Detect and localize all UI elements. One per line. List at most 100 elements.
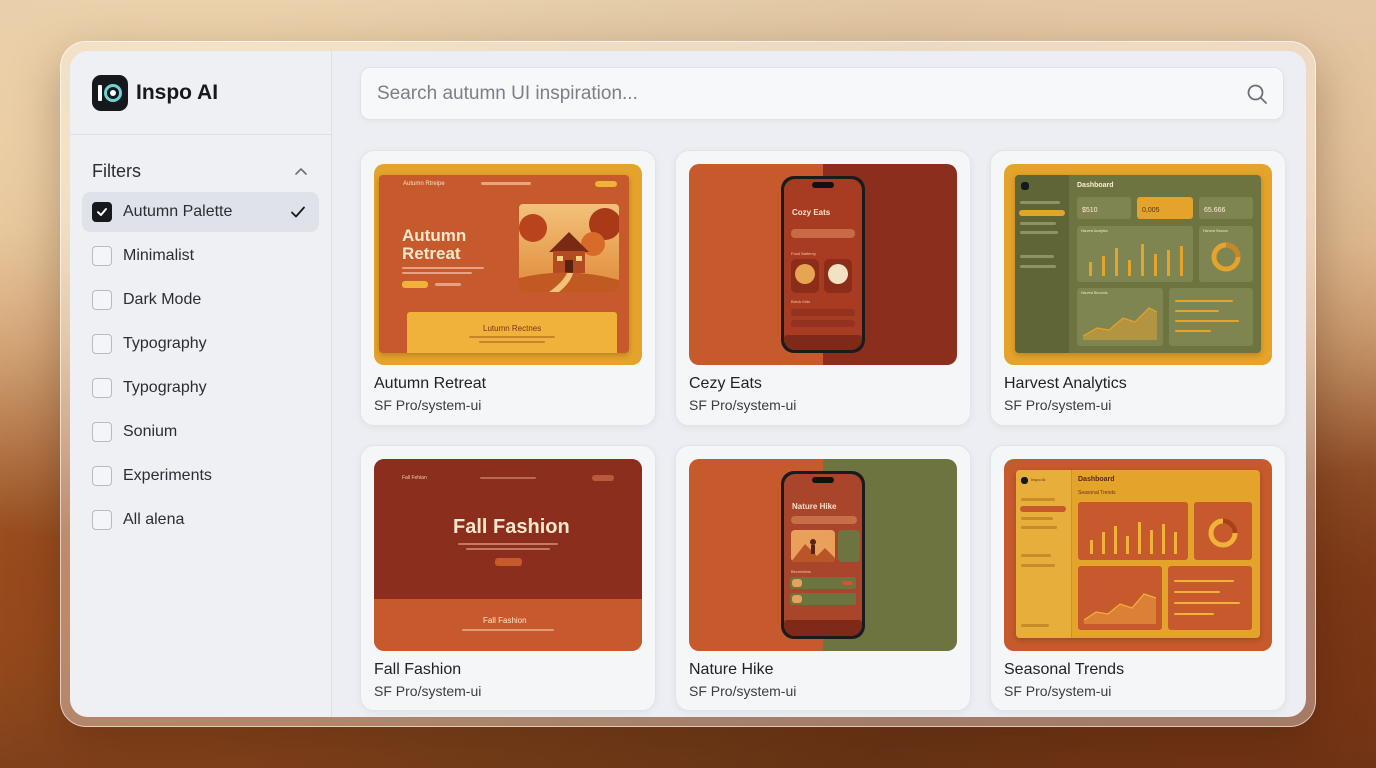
preview-list-row [790, 577, 856, 589]
card-title: Cezy Eats [689, 375, 762, 392]
filter-label: Typography [123, 379, 207, 396]
card-title: Seasonal Trends [1004, 661, 1125, 678]
filter-label: Autumn Palette [123, 203, 233, 220]
preview-headline-1: Autumn [402, 226, 467, 245]
preview-section: Becnmbhis [791, 569, 811, 574]
filter-item-all-alena[interactable]: All alena [82, 500, 319, 540]
preview-notch [812, 477, 834, 483]
preview-sidebar: Inspo AI [1016, 470, 1072, 638]
preview-stat-card: 65.666 [1199, 197, 1253, 219]
card-title: Fall Fashion [374, 661, 462, 678]
preview-secondary-button [435, 283, 461, 286]
preview-progress-list [1169, 288, 1253, 346]
card-subtitle: SF Pro/system-ui [374, 397, 482, 413]
preview-nav-item [1020, 265, 1056, 268]
card-preview: Cozy Eats Food Balterny Breck Kids [689, 164, 957, 365]
filter-list: Autumn Palette Minimalist Dark Mode Typo… [70, 189, 331, 540]
preview-text-line [469, 336, 555, 338]
preview-nav [481, 182, 531, 185]
inspiration-card[interactable]: Nature Hike Becnmbhis Nature Hike SF Pro… [675, 445, 971, 711]
preview-footer-title: Lutumn Rectnes [483, 324, 542, 333]
preview-text-line [466, 548, 550, 550]
preview-text-line [402, 272, 472, 274]
app-name: Inspo AI [136, 80, 219, 104]
preview-list-row [791, 309, 855, 316]
preview-stat-card: 0,005 [1137, 197, 1193, 219]
filter-item-typography-2[interactable]: Typography [82, 368, 319, 408]
filters-header[interactable]: Filters [70, 135, 331, 189]
card-subtitle: SF Pro/system-ui [689, 683, 797, 699]
checkmark-icon [291, 206, 305, 218]
filter-item-typography[interactable]: Typography [82, 324, 319, 364]
preview-search [791, 229, 855, 238]
preview-hike-illustration [791, 530, 835, 562]
checkbox[interactable] [92, 378, 112, 398]
preview-progress [1175, 300, 1233, 302]
preview-donut-chart: Harvest Season [1199, 226, 1253, 282]
card-subtitle: SF Pro/system-ui [689, 397, 797, 413]
main-content: Autumn Rtreipe Autumn Retreat [332, 51, 1306, 717]
preview-text-line [462, 629, 554, 631]
preview-logo [1021, 182, 1029, 190]
filter-item-dark-mode[interactable]: Dark Mode [82, 280, 319, 320]
preview-nav-item [1020, 231, 1058, 234]
preview-headline: Fall Fashion [453, 516, 570, 538]
preview-text-line [402, 267, 484, 269]
preview-headline-2: Retreat [402, 244, 461, 263]
preview-stat: 65.666 [1204, 207, 1226, 214]
preview-logo [1021, 477, 1028, 484]
brand: Inspo AI [70, 51, 331, 135]
preview-progress [1174, 602, 1240, 604]
card-subtitle: SF Pro/system-ui [1004, 683, 1112, 699]
filter-label: All alena [123, 511, 185, 528]
preview-nav-button [592, 475, 614, 481]
preview-brand: Autumn Rtreipe [403, 181, 445, 187]
preview-thumb [792, 579, 802, 587]
checkbox[interactable] [92, 246, 112, 266]
preview-app-title: Cozy Eats [792, 208, 831, 217]
card-preview: Fall Fehian Fall Fashion Fall Fashion [374, 459, 642, 651]
checkbox[interactable] [92, 290, 112, 310]
preview-section-2: Breck Kids [791, 299, 811, 304]
checkbox[interactable] [92, 510, 112, 530]
filter-label: Sonium [123, 423, 178, 440]
checkbox[interactable] [92, 334, 112, 354]
search-input[interactable] [377, 82, 1177, 105]
preview-heading: Dashboard [1078, 476, 1115, 483]
filter-item-autumn-palette[interactable]: Autumn Palette [82, 192, 319, 232]
preview-nav-item [1021, 554, 1051, 557]
card-preview: Dashboard $510 0,005 65.666 Harvest Anal… [1004, 164, 1272, 365]
chevron-up-icon[interactable] [293, 163, 309, 179]
preview-list-row [790, 593, 856, 605]
preview-area-chart [1078, 566, 1162, 630]
preview-nav-item-active [1019, 210, 1065, 216]
search-bar[interactable] [360, 67, 1284, 120]
app-frame: Inspo AI Filters Autumn Palette Minimali… [70, 51, 1306, 717]
filter-label: Dark Mode [123, 291, 202, 308]
search-icon[interactable] [1246, 83, 1268, 105]
preview-brand: Inspo AI [1031, 477, 1046, 482]
preview-progress [1174, 613, 1214, 615]
checkbox[interactable] [92, 422, 112, 442]
preview-progress [1174, 580, 1234, 582]
inspiration-card[interactable]: Autumn Rtreipe Autumn Retreat Lutumn Rec… [360, 150, 656, 426]
preview-brand: Fall Fehian [402, 475, 427, 481]
preview-progress [1174, 591, 1220, 593]
preview-sidebar [1015, 175, 1069, 353]
preview-cta-button [402, 281, 428, 288]
inspiration-card[interactable]: Cozy Eats Food Balterny Breck Kids Cezy … [675, 150, 971, 426]
preview-subheading: Seasonal Trends [1078, 490, 1116, 496]
preview-app-title: Nature Hike [792, 502, 837, 511]
preview-tab-bar [784, 620, 862, 636]
inspiration-card[interactable]: Dashboard $510 0,005 65.666 Harvest Anal… [990, 150, 1286, 426]
preview-nav-item [1021, 526, 1057, 529]
filter-item-sonium[interactable]: Sonium [82, 412, 319, 452]
checkbox-checked[interactable] [92, 202, 112, 222]
preview-bar-chart [1078, 502, 1188, 560]
inspiration-card[interactable]: Fall Fehian Fall Fashion Fall Fashion Fa… [360, 445, 656, 711]
preview-progress [1175, 320, 1239, 322]
checkbox[interactable] [92, 466, 112, 486]
inspiration-card[interactable]: Inspo AI Dashboard Seasonal Trends Seaso… [990, 445, 1286, 711]
filter-item-experiments[interactable]: Experiments [82, 456, 319, 496]
filter-item-minimalist[interactable]: Minimalist [82, 236, 319, 276]
